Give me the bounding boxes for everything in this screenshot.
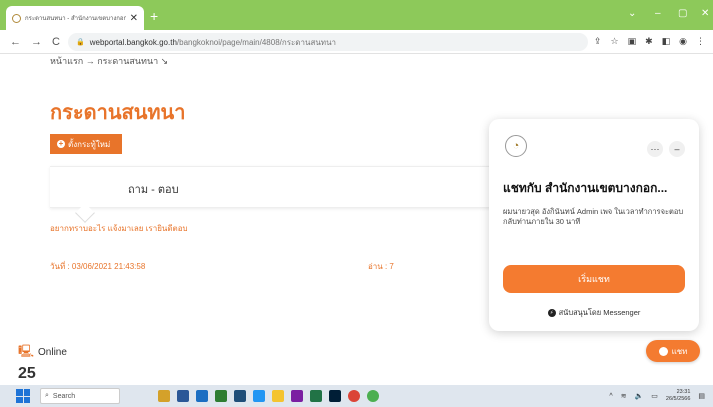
new-topic-label: ตั้งกระทู้ใหม่ — [68, 139, 111, 149]
card-pointer — [75, 203, 95, 223]
post-title-link[interactable]: อยากทราบอะไร แจ้งมาเลย เรายินดีตอบ — [50, 222, 188, 235]
address-toolbar: ← → C 🔒 webportal.bangkok.go.th/bangkokn… — [0, 30, 713, 54]
powered-by-messenger: ⚡ สนับสนุนโดย Messenger — [489, 307, 699, 319]
post-read-count: อ่าน : 7 — [368, 262, 394, 271]
url-bar[interactable]: 🔒 webportal.bangkok.go.th/bangkoknoi/pag… — [68, 33, 588, 51]
taskbar-app-icon[interactable] — [158, 390, 170, 402]
search-icon: ⌕ — [45, 392, 49, 399]
file-explorer-icon[interactable] — [272, 390, 284, 402]
chat-bubble-icon — [658, 346, 668, 356]
share-icon[interactable]: ⇪ — [594, 36, 602, 47]
forward-icon[interactable]: → — [31, 36, 42, 48]
reload-icon[interactable]: C — [52, 36, 60, 48]
chrome-icon[interactable] — [367, 390, 379, 402]
browser-tab[interactable]: กระดานสนทนา - สำนักงานเขตบางกอก ✕ — [6, 6, 144, 30]
online-count: 25 — [18, 365, 36, 382]
bookmark-star-icon[interactable]: ☆ — [610, 36, 618, 47]
close-tab-icon[interactable]: ✕ — [130, 13, 138, 24]
tray-chevron-icon[interactable]: ^ — [609, 393, 612, 400]
close-window-icon[interactable]: ✕ — [701, 8, 709, 19]
start-chat-button[interactable]: เริ่มแชท — [503, 265, 685, 293]
back-icon[interactable]: ← — [10, 36, 21, 48]
monitor-icon: 🖳 — [18, 344, 35, 358]
plus-icon: + — [57, 139, 65, 148]
battery-icon[interactable]: ▭ — [651, 392, 658, 400]
minimize-chat-icon[interactable]: – — [669, 141, 685, 157]
page-logo-icon: ◔ — [505, 135, 527, 157]
minimize-icon[interactable]: – — [655, 8, 661, 19]
breadcrumb[interactable]: หน้าแรก → กระดานสนทนา ↘ — [50, 54, 168, 68]
taskbar-app-icon[interactable] — [215, 390, 227, 402]
windows-taskbar: ⌕ Search ^ ≋ 🔈 ▭ 23:31 26/5/2566 ▤ — [0, 385, 713, 407]
taskbar-app-icon[interactable] — [253, 390, 265, 402]
site-favicon-icon — [12, 13, 21, 23]
taskbar-search-input[interactable]: ⌕ Search — [40, 388, 120, 404]
qa-category-label: ถาม - ตอบ — [128, 184, 179, 196]
chrome-icon[interactable] — [348, 390, 360, 402]
online-counter: 🖳 Online 25 — [18, 342, 67, 383]
puzzle-icon[interactable]: ✱ — [645, 36, 653, 47]
taskbar-app-icon[interactable] — [291, 390, 303, 402]
extension-icon[interactable]: ▣ — [628, 36, 637, 47]
tab-search-icon[interactable]: ⌄ — [628, 8, 636, 19]
photoshop-icon[interactable] — [329, 390, 341, 402]
url-path: /bangkoknoi/page/main/4808/กระดานสนทนา — [176, 37, 337, 47]
chat-widget-panel: ◔ ··· – แชทกับ สำนักงานเขตบางกอก... ผมนา… — [489, 119, 699, 331]
post-date: วันที่ : 03/06/2021 21:43:58 — [50, 262, 146, 271]
url-domain: webportal.bangkok.go.th — [89, 37, 177, 47]
wifi-icon[interactable]: ≋ — [621, 392, 627, 400]
clock-date: 26/5/2566 — [665, 396, 691, 402]
menu-kebab-icon[interactable]: ⋮ — [696, 36, 705, 47]
profile-avatar-icon[interactable]: ◉ — [679, 36, 687, 47]
chat-description: ผมนายวสุด อังกินันทน์ Admin เพจ ในเวลาทำ… — [503, 207, 684, 226]
sidebar-icon[interactable]: ◧ — [662, 36, 671, 47]
page-title: กระดานสนทนา — [50, 102, 186, 124]
clock-time: 23:31 — [676, 389, 691, 395]
taskbar-search-placeholder: Search — [52, 392, 76, 400]
online-label: Online — [38, 347, 67, 358]
tab-title: กระดานสนทนา - สำนักงานเขตบางกอก — [25, 16, 126, 22]
volume-icon[interactable]: 🔈 — [635, 392, 644, 400]
new-tab-icon[interactable]: + — [150, 8, 158, 24]
taskbar-app-icon[interactable] — [196, 390, 208, 402]
browser-tab-bar: กระดานสนทนา - สำนักงานเขตบางกอก ✕ + ⌄ – … — [0, 0, 713, 30]
windows-start-icon[interactable] — [16, 389, 30, 403]
chat-launcher-label: แชท — [671, 346, 688, 356]
messenger-icon: ⚡ — [547, 309, 556, 318]
taskbar-app-icon[interactable] — [234, 390, 246, 402]
chat-launcher-button[interactable]: แชท — [646, 340, 700, 362]
excel-icon[interactable] — [310, 390, 322, 402]
qa-category-card: ถาม - ตอบ — [50, 166, 510, 223]
restore-icon[interactable]: ▢ — [678, 8, 687, 19]
taskbar-clock[interactable]: 23:31 26/5/2566 — [666, 389, 690, 403]
new-topic-button[interactable]: + ตั้งกระทู้ใหม่ — [50, 134, 122, 154]
taskbar-app-icon[interactable] — [177, 390, 189, 402]
notification-icon[interactable]: ▤ — [698, 392, 705, 400]
more-options-icon[interactable]: ··· — [647, 141, 663, 157]
powered-by-label: สนับสนุนโดย Messenger — [558, 308, 641, 317]
chat-title: แชทกับ สำนักงานเขตบางกอก... — [503, 181, 668, 195]
lock-icon: 🔒 — [76, 39, 85, 46]
